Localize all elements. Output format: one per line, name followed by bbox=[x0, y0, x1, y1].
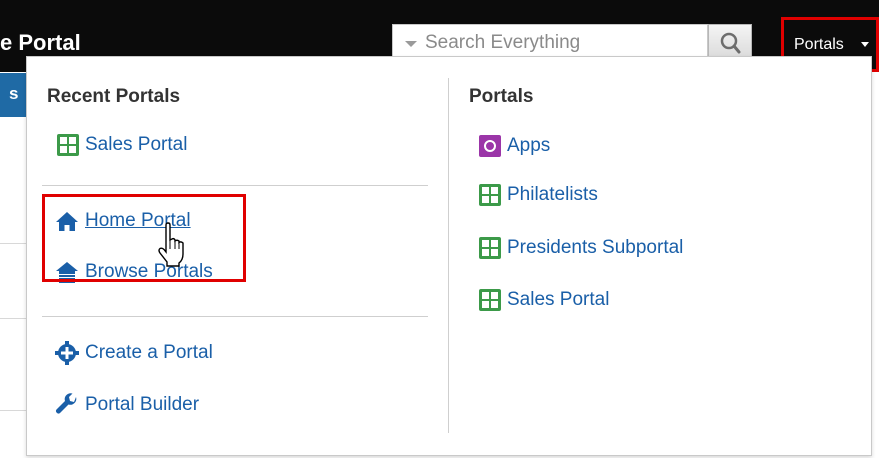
portal-item-philatelists[interactable]: Philatelists bbox=[479, 181, 598, 209]
recent-item-sales-portal[interactable]: Sales Portal bbox=[57, 131, 187, 159]
portal-grid-icon bbox=[479, 237, 501, 259]
page-title: e Portal bbox=[0, 30, 81, 55]
menu-separator bbox=[42, 185, 428, 186]
hand-cursor-icon bbox=[158, 222, 184, 267]
menu-item-portal-builder[interactable]: Portal Builder bbox=[55, 391, 199, 419]
menu-item-label: Apps bbox=[507, 135, 551, 156]
portals-menu-label: Portals bbox=[794, 36, 844, 53]
menu-item-label: Sales Portal bbox=[507, 289, 610, 310]
portal-grid-icon bbox=[57, 134, 79, 156]
portal-item-apps[interactable]: Apps bbox=[479, 132, 550, 160]
search-scope-dropdown-icon[interactable] bbox=[405, 41, 417, 47]
recent-portals-heading: Recent Portals bbox=[47, 86, 181, 107]
apps-icon bbox=[479, 135, 501, 157]
page-nav-strip: s bbox=[0, 73, 26, 117]
portal-item-sales-portal[interactable]: Sales Portal bbox=[479, 286, 609, 314]
portals-heading: Portals bbox=[469, 86, 534, 107]
menu-item-label: Sales Portal bbox=[85, 134, 188, 155]
divider bbox=[0, 243, 26, 244]
column-divider bbox=[448, 78, 449, 433]
divider bbox=[0, 318, 26, 319]
menu-item-label: Portal Builder bbox=[85, 394, 200, 415]
highlight-box bbox=[42, 194, 246, 282]
wrench-icon bbox=[56, 393, 77, 414]
menu-item-create-portal[interactable]: Create a Portal bbox=[55, 339, 213, 367]
divider bbox=[0, 410, 26, 411]
chevron-down-icon bbox=[861, 42, 869, 47]
menu-separator bbox=[42, 316, 428, 317]
menu-item-label: Create a Portal bbox=[85, 342, 213, 363]
plus-gear-icon bbox=[55, 341, 79, 365]
menu-item-label: Presidents Subportal bbox=[507, 237, 684, 258]
page-nav-text: s bbox=[9, 84, 19, 103]
portal-grid-icon bbox=[479, 184, 501, 206]
portal-grid-icon bbox=[479, 289, 501, 311]
search-placeholder: Search Everything bbox=[425, 32, 581, 53]
menu-item-label: Philatelists bbox=[507, 184, 598, 205]
portal-item-presidents-subportal[interactable]: Presidents Subportal bbox=[479, 234, 683, 262]
